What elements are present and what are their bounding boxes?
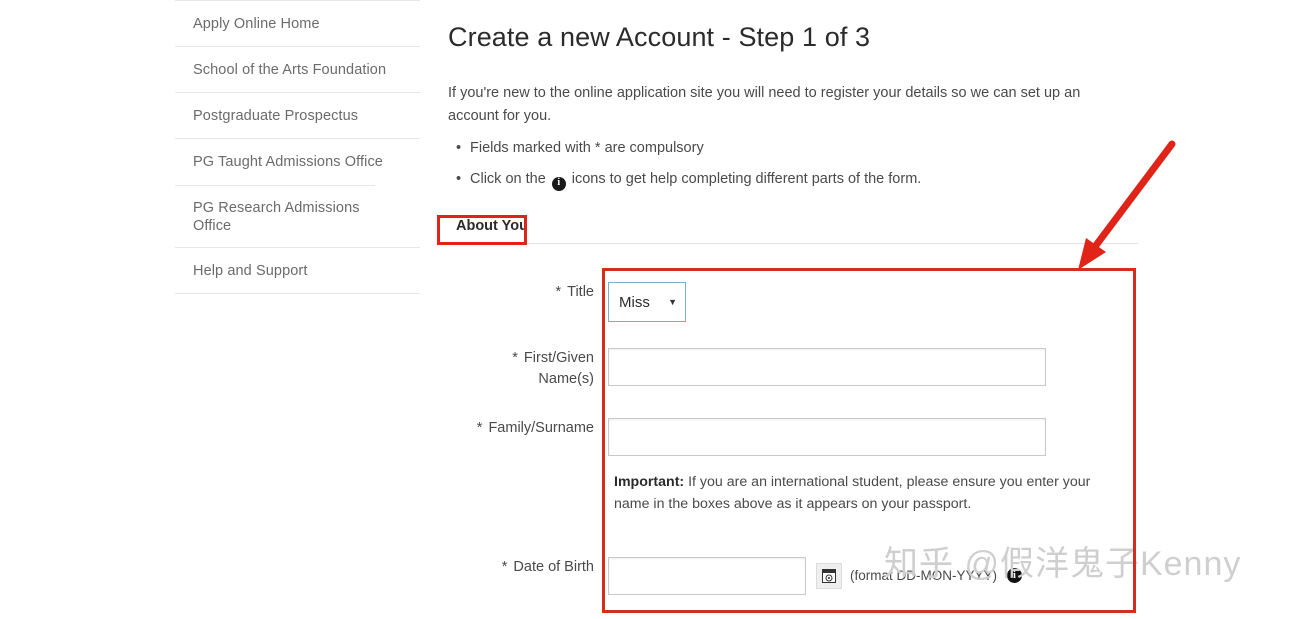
sidebar-nav: Apply Online Home School of the Arts Fou… — [175, 0, 420, 294]
important-note: Important: If you are an international s… — [614, 471, 1119, 516]
tab-about-you[interactable]: About You — [448, 214, 536, 240]
instructions-list: Fields marked with * are compulsory Clic… — [448, 137, 1148, 192]
sidebar-item-label: Postgraduate Prospectus — [193, 108, 359, 125]
date-format-hint: (format DD-MON-YYYY) — [850, 568, 998, 583]
sidebar-item-label: Apply Online Home — [193, 16, 320, 32]
date-of-birth-input[interactable] — [608, 557, 806, 595]
label-date-of-birth-text: Date of Birth — [513, 559, 594, 575]
intro-paragraph: If you're new to the online application … — [448, 85, 1081, 125]
title-select-value: Miss — [619, 293, 650, 311]
sidebar-item-label: Help and Support — [193, 262, 308, 279]
form-row-date-of-birth: * Date of Birth (format DD-MON-YYYY) i — [448, 557, 1023, 595]
calendar-icon[interactable] — [816, 563, 842, 589]
sidebar-item-school-of-the-arts-foundation[interactable]: School of the Arts Foundation — [175, 46, 420, 92]
form-row-first-name: * First/Given Name(s) — [448, 348, 1046, 389]
title-select[interactable]: Miss ▼ — [608, 282, 686, 322]
required-marker: * — [476, 420, 483, 436]
label-family-surname: * Family/Surname — [448, 418, 608, 439]
sidebar-item-apply-online-home[interactable]: Apply Online Home — [175, 0, 420, 46]
page-title: Create a new Account - Step 1 of 3 — [448, 22, 871, 52]
bullet-text-help-prefix: Click on the — [470, 171, 546, 188]
list-item: Fields marked with * are compulsory — [456, 137, 1148, 161]
required-marker: * — [555, 284, 562, 300]
sidebar-item-label: PG Taught Admissions Office — [193, 154, 383, 171]
first-given-names-input[interactable] — [608, 348, 1046, 386]
label-first-given-names: * First/Given Name(s) — [448, 348, 608, 389]
important-note-text: If you are an international student, ple… — [614, 474, 1091, 513]
sidebar-item-postgraduate-prospectus[interactable]: Postgraduate Prospectus — [175, 92, 420, 138]
label-first-given-names-text: First/Given Name(s) — [523, 350, 594, 387]
bullet-text-compulsory: Fields marked with * are compulsory — [470, 139, 704, 156]
form-row-title: * Title Miss ▼ — [448, 282, 686, 322]
form-row-family-name: * Family/Surname — [448, 418, 1046, 456]
label-family-surname-text: Family/Surname — [488, 420, 594, 436]
important-note-label: Important: — [614, 474, 685, 490]
chevron-down-icon: ▼ — [668, 297, 677, 307]
label-date-of-birth: * Date of Birth — [448, 557, 608, 578]
list-item: Click on the i icons to get help completin… — [456, 168, 1148, 192]
label-title-text: Title — [567, 284, 594, 300]
required-marker: * — [512, 350, 518, 366]
family-surname-input[interactable] — [608, 418, 1046, 456]
sidebar-item-help-and-support[interactable]: Help and Support — [175, 246, 420, 294]
label-title: * Title — [448, 282, 608, 303]
main-content: Create a new Account - Step 1 of 3 If yo… — [448, 0, 1148, 200]
sidebar-item-label: School of the Arts Foundation — [193, 62, 387, 79]
required-marker: * — [501, 559, 508, 575]
sidebar-item-label: PG Research Admissions Office — [193, 199, 360, 234]
info-icon[interactable]: i — [1007, 568, 1023, 583]
tab-bar: About You — [448, 214, 1138, 244]
sidebar-item-pg-taught-admissions-office[interactable]: PG Taught Admissions Office — [175, 138, 420, 184]
info-icon: i — [551, 176, 566, 191]
bullet-text-help-suffix: icons to get help completing different p… — [571, 171, 922, 188]
sidebar-item-pg-research-admissions-office[interactable]: PG Research Admissions Office — [175, 184, 375, 247]
